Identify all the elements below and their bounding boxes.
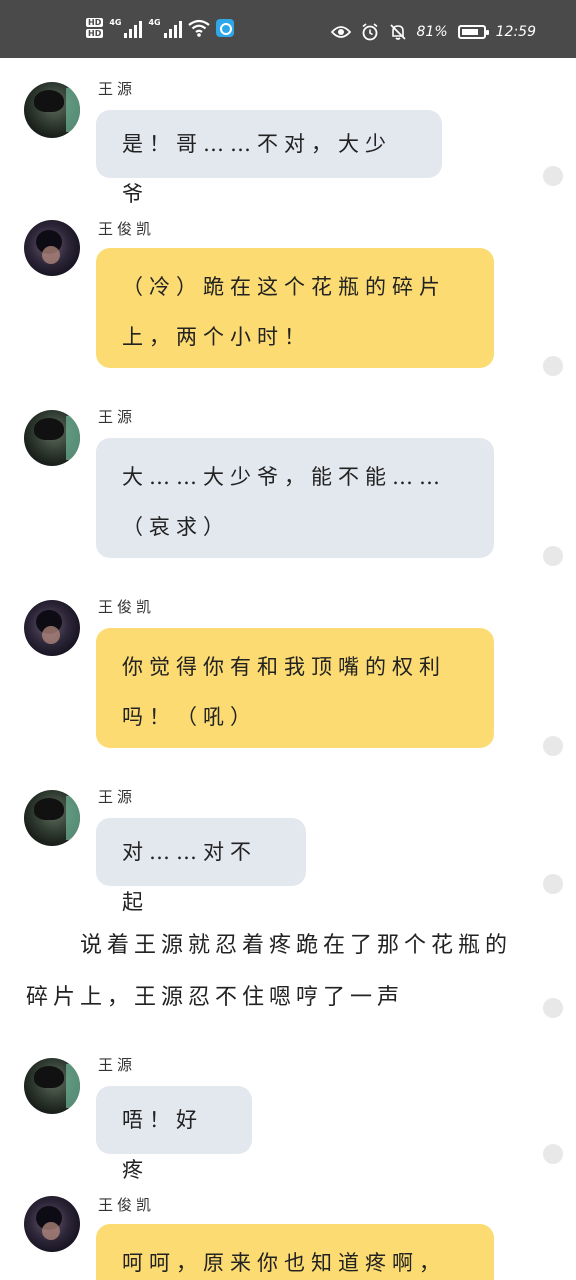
message-bubble[interactable]: 呵呵，原来你也知道疼啊， [96, 1224, 494, 1280]
avatar-wang-yuan[interactable] [24, 82, 80, 138]
battery-fill [461, 29, 478, 35]
speaker-name: 王源 [98, 80, 137, 98]
message-line: 吗！（吼） [122, 705, 257, 729]
app-icon [215, 19, 234, 37]
message-row: 王源 是！哥……不对，大少爷 [0, 58, 576, 206]
message-bubble[interactable]: 是！哥……不对，大少爷 [96, 110, 442, 206]
avatar-wang-junkai[interactable] [24, 600, 80, 656]
signal-bars-icon [124, 20, 143, 38]
speaker-name: 王俊凯 [98, 220, 156, 238]
battery-icon [457, 25, 489, 39]
message-line: （冷）跪在这个花瓶的碎片 [122, 275, 446, 299]
message-bubble[interactable]: 你觉得你有和我顶嘴的权利 吗！（吼） [96, 628, 494, 748]
message-dot[interactable] [543, 166, 563, 186]
bell-muted-icon [389, 24, 406, 40]
message-row: 王源 大……大少爷，能不能…… （哀求） [0, 390, 576, 575]
message-row: 王俊凯 呵呵，原来你也知道疼啊， [0, 1180, 576, 1280]
speaker-name: 王俊凯 [98, 598, 156, 616]
message-row: 王源 对……对不起 [0, 770, 576, 914]
message-dot[interactable] [543, 736, 563, 756]
hd-badge-2: HD [86, 29, 104, 38]
message-dot[interactable] [543, 1144, 563, 1164]
avatar-wang-yuan[interactable] [24, 790, 80, 846]
speaker-name: 王源 [98, 788, 137, 806]
speaker-name: 王俊凯 [98, 1196, 156, 1214]
avatar-wang-yuan[interactable] [24, 410, 80, 466]
clock: 12:59 [495, 24, 536, 40]
status-bar: HD HD 4G 4G 81% 12:59 [0, 0, 576, 58]
avatar-wang-junkai[interactable] [24, 220, 80, 276]
message-bubble[interactable]: 大……大少爷，能不能…… （哀求） [96, 438, 494, 558]
message-line: 上，两个小时！ [122, 325, 311, 349]
status-bar-right: 81% 12:59 [330, 23, 536, 41]
hd-indicator: HD HD [86, 18, 104, 38]
signal-1: 4G [109, 18, 143, 38]
network-type-2: 4G [148, 18, 161, 27]
message-dot[interactable] [543, 546, 563, 566]
message-line: （哀求） [122, 515, 230, 539]
signal-bars-icon [163, 20, 182, 38]
avatar-wang-yuan[interactable] [24, 1058, 80, 1114]
alarm-icon [362, 23, 378, 41]
speaker-name: 王源 [98, 408, 137, 426]
message-row: 王源 唔！好疼 [0, 1040, 576, 1182]
narration-text: 说着王源就忍着疼跪在了那个花瓶的碎片上，王源忍不住嗯哼了一声 [26, 933, 513, 1010]
hd-badge-1: HD [86, 18, 104, 27]
message-line: 大……大少爷，能不能…… [122, 465, 446, 489]
message-bubble[interactable]: 对……对不起 [96, 818, 306, 914]
message-row: 王俊凯 你觉得你有和我顶嘴的权利 吗！（吼） [0, 580, 576, 765]
signal-2: 4G [148, 18, 182, 38]
message-row: 王俊凯 （冷）跪在这个花瓶的碎片 上，两个小时！ [0, 200, 576, 385]
message-bubble[interactable]: 唔！好疼 [96, 1086, 252, 1182]
battery-percent: 81% [416, 24, 448, 40]
narration-dot[interactable] [543, 998, 563, 1018]
eye-icon [330, 26, 351, 38]
message-bubble[interactable]: （冷）跪在这个花瓶的碎片 上，两个小时！ [96, 248, 494, 368]
speaker-name: 王源 [98, 1056, 137, 1074]
message-dot[interactable] [543, 874, 563, 894]
avatar-wang-junkai[interactable] [24, 1196, 80, 1252]
status-bar-left: HD HD 4G 4G [86, 18, 234, 38]
message-dot[interactable] [543, 356, 563, 376]
message-line: 你觉得你有和我顶嘴的权利 [122, 655, 446, 679]
wifi-icon [187, 19, 210, 37]
network-type-1: 4G [109, 18, 122, 27]
